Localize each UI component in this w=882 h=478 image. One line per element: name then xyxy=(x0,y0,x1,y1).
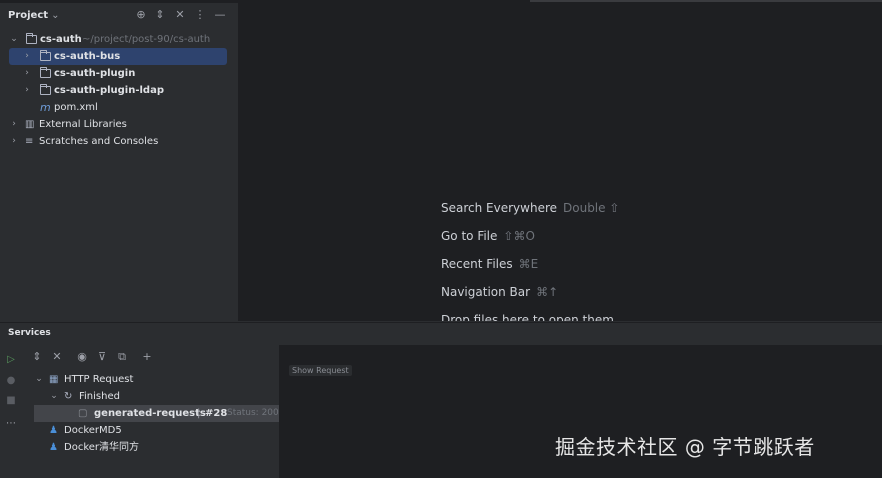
chevron-down-icon[interactable]: ⌄ xyxy=(49,388,59,405)
tree-item-generated-requests[interactable]: ▢ generated-requests | #28 Status: 200 xyxy=(34,405,279,422)
docker-icon: ♟ xyxy=(49,442,58,453)
minimize-icon[interactable]: — xyxy=(213,8,227,22)
project-title-label: Project xyxy=(8,10,49,21)
hint-label: Navigation Bar xyxy=(441,285,531,299)
tree-item-label: cs-auth-plugin-ldap xyxy=(54,85,164,96)
hint-recent-files: Recent Files ⌘E xyxy=(441,257,538,271)
tree-item-label: DockerMD5 xyxy=(64,425,122,436)
editor-area[interactable] xyxy=(239,3,882,321)
tree-item-label: pom.xml xyxy=(54,102,98,113)
tree-item-http-request[interactable]: ⌄ ▦ HTTP Request xyxy=(20,371,279,388)
hint-go-to-file: Go to File ⇧⌘O xyxy=(441,229,535,243)
separator: | xyxy=(197,408,201,419)
chevron-right-icon[interactable]: › xyxy=(22,48,32,65)
module-folder-icon xyxy=(40,50,51,61)
hint-search-everywhere: Search Everywhere Double ⇧ xyxy=(441,201,619,215)
scratches-icon: ≡ xyxy=(25,136,34,147)
locate-icon[interactable]: ⊕ xyxy=(134,8,148,22)
tree-item-cs-auth[interactable]: ⌄ cs-auth ~/project/post-90/cs-auth xyxy=(0,31,238,48)
hint-drop-files: Drop files here to open them xyxy=(441,313,614,321)
tree-item-label: cs-auth-bus xyxy=(54,51,121,62)
module-folder-icon xyxy=(40,84,51,95)
tree-item-finished[interactable]: ⌄ ↻ Finished xyxy=(20,388,279,405)
tree-item-docker-tsinghua[interactable]: ♟ Docker清华同方 xyxy=(20,439,279,456)
chevron-right-icon[interactable]: › xyxy=(22,65,32,82)
collapse-all-icon[interactable]: ✕ xyxy=(50,350,64,363)
collapse-all-icon[interactable]: ✕ xyxy=(173,8,187,22)
chevron-right-icon[interactable]: › xyxy=(9,133,19,150)
expand-all-icon[interactable]: ⇕ xyxy=(30,350,44,363)
eye-icon[interactable]: ◉ xyxy=(75,350,89,363)
show-request-button[interactable]: Show Request xyxy=(289,365,352,376)
status-text: Status: 200 xyxy=(227,408,279,418)
library-icon: ▥ xyxy=(25,119,35,130)
hint-shortcut: Double ⇧ xyxy=(563,201,620,215)
debug-icon[interactable]: ● xyxy=(5,375,17,387)
tree-item-cs-auth-plugin[interactable]: › cs-auth-plugin xyxy=(0,65,238,82)
services-title: Services xyxy=(8,328,51,338)
tree-item-cs-auth-bus[interactable]: › cs-auth-bus xyxy=(9,48,227,65)
expand-all-icon[interactable]: ⇕ xyxy=(153,8,167,22)
project-path: ~/project/post-90/cs-auth xyxy=(82,34,211,45)
watermark-text: 掘金技术社区 @ 字节跳跃者 xyxy=(555,435,815,459)
tree-item-dockermd5[interactable]: ♟ DockerMD5 xyxy=(20,422,279,439)
tree-item-pom-xml[interactable]: m pom.xml xyxy=(0,99,238,116)
request-icon: ▢ xyxy=(78,408,88,419)
tree-item-label: Docker清华同方 xyxy=(64,442,140,453)
new-tab-icon[interactable]: ⧉ xyxy=(115,350,129,364)
project-panel: Project ⌄ ⊕ ⇕ ✕ ⋮ — ⌄ cs-auth ~/project/p… xyxy=(0,3,239,321)
tree-item-scratches[interactable]: › ≡ Scratches and Consoles xyxy=(0,133,238,150)
hint-label: Drop files here to open them xyxy=(441,313,614,321)
tree-item-label: External Libraries xyxy=(39,119,127,130)
hint-label: Go to File xyxy=(441,229,498,243)
module-folder-icon xyxy=(26,33,37,44)
run-number: #28 xyxy=(205,408,228,419)
tree-item-label: cs-auth-plugin xyxy=(54,68,136,79)
tree-item-cs-auth-plugin-ldap[interactable]: › cs-auth-plugin-ldap xyxy=(0,82,238,99)
add-service-icon[interactable]: + xyxy=(140,350,154,363)
tree-item-label: HTTP Request xyxy=(64,374,134,385)
project-title-dropdown[interactable]: Project ⌄ xyxy=(8,10,59,21)
maven-icon: m xyxy=(40,101,51,114)
hint-label: Search Everywhere xyxy=(441,201,557,215)
chevron-down-icon: ⌄ xyxy=(51,10,60,21)
chevron-right-icon[interactable]: › xyxy=(9,116,19,133)
project-header: Project ⌄ ⊕ ⇕ ✕ ⋮ — xyxy=(0,3,238,29)
run-icon[interactable]: ▷ xyxy=(5,354,17,366)
more-icon[interactable]: ⋯ xyxy=(5,418,17,430)
chevron-down-icon[interactable]: ⌄ xyxy=(9,31,19,48)
tree-item-label: generated-requests xyxy=(94,408,206,419)
docker-icon: ♟ xyxy=(49,425,58,436)
tree-item-label: Finished xyxy=(79,391,120,402)
chevron-down-icon[interactable]: ⌄ xyxy=(34,371,44,388)
hint-shortcut: ⌘↑ xyxy=(536,285,559,299)
tab-strip-accent xyxy=(530,0,882,2)
tree-item-label: cs-auth xyxy=(40,34,82,45)
hint-shortcut: ⌘E xyxy=(518,257,539,271)
refresh-icon: ↻ xyxy=(64,391,73,402)
chevron-right-icon[interactable]: › xyxy=(22,82,32,99)
more-options-icon[interactable]: ⋮ xyxy=(193,8,207,22)
filter-icon[interactable]: ⊽ xyxy=(95,350,109,363)
tree-item-external-libraries[interactable]: › ▥ External Libraries xyxy=(0,116,238,133)
hint-navigation-bar: Navigation Bar ⌘↑ xyxy=(441,285,558,299)
services-tree: ⌄ ▦ HTTP Request ⌄ ↻ Finished ▢ generate… xyxy=(20,371,279,478)
tree-item-label: Scratches and Consoles xyxy=(39,136,159,147)
module-folder-icon xyxy=(40,67,51,78)
hint-label: Recent Files xyxy=(441,257,513,271)
http-request-icon: ▦ xyxy=(49,374,59,385)
stop-icon[interactable]: ■ xyxy=(5,395,17,407)
hint-shortcut: ⇧⌘O xyxy=(503,229,535,243)
